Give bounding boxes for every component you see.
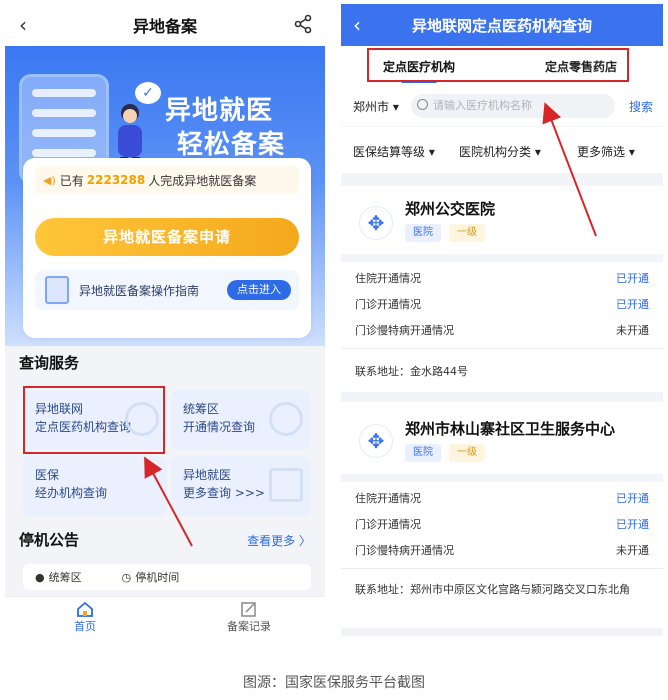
status-value: 已开通 [616, 298, 649, 311]
search-button[interactable]: 搜索 [629, 98, 653, 115]
back-icon[interactable]: ‹ [353, 13, 361, 37]
hospital-name: 郑州公交医院 [405, 200, 496, 218]
location-icon [269, 402, 303, 436]
status-row: 门诊慢特病开通情况 未开通 [355, 542, 649, 558]
hospital-name: 郑州市林山寨社区卫生服务中心 [405, 420, 616, 438]
highlight-box [23, 386, 165, 454]
stop-notice-title: 停机公告 [19, 531, 80, 549]
status-label: 门诊开通情况 [355, 518, 421, 531]
hospital-address: 联系地址：金水路44号 [355, 365, 468, 378]
page-title: 异地备案 [132, 17, 197, 36]
right-screenshot: ‹ 异地联网定点医药机构查询 定点医疗机构 定点零售药店 郑州市 ▾ 请输入医疗… [341, 4, 663, 636]
tab-home[interactable]: 首页 [45, 601, 125, 634]
type-badge: 医院 [405, 444, 441, 462]
status-row: 门诊慢特病开通情况 未开通 [355, 322, 649, 338]
guide-banner[interactable]: 异地就医备案操作指南 点击进入 [35, 270, 299, 310]
status-label: 门诊慢特病开通情况 [355, 544, 454, 557]
guide-label: 异地就医备案操作指南 [79, 283, 200, 298]
city-selector[interactable]: 郑州市 ▾ [353, 98, 399, 115]
location-pin-icon: ● [35, 570, 45, 584]
level-badge: 一级 [449, 444, 485, 462]
edit-record-icon [241, 602, 256, 617]
enter-button[interactable]: 点击进入 [227, 280, 291, 300]
image-caption: 图源：国家医保服务平台截图 [243, 675, 425, 691]
type-badge: 医院 [405, 224, 441, 242]
stop-col-time: 停机时间 [135, 571, 180, 584]
notice-bar: ◀) 已有 2223288 人完成异地就医备案 [35, 166, 299, 194]
divider [341, 254, 663, 262]
page-title: 异地联网定点医药机构查询 [411, 16, 592, 35]
chat-bubble-icon: ✓ [135, 82, 161, 104]
left-screenshot: ‹ 异地备案 ✓ 异地就医 轻松备案 ◀) 已有 2223288 人完成异地就医… [5, 4, 325, 636]
hospital-address: 联系地址：郑州市中原区文化宫路与颍河路交叉口东北角 [355, 583, 630, 596]
service-line2: 经办机构查询 [35, 486, 108, 500]
filter-settlement-level[interactable]: 医保结算等级 ▾ [353, 143, 435, 160]
notice-count: 2223288 [86, 173, 146, 187]
status-row: 住院开通情况 已开通 [355, 490, 649, 506]
status-value: 已开通 [616, 272, 649, 285]
nav-bar: ‹ 异地联网定点医药机构查询 [341, 4, 663, 46]
status-value: 已开通 [616, 492, 649, 505]
query-section-title: 查询服务 [19, 354, 80, 372]
share-icon[interactable] [293, 14, 313, 34]
status-label: 住院开通情况 [355, 272, 421, 285]
status-label: 住院开通情况 [355, 492, 421, 505]
status-row: 住院开通情况 已开通 [355, 270, 649, 286]
notice-suffix: 人完成异地就医备案 [148, 173, 257, 188]
nav-bar: ‹ 异地备案 [5, 4, 325, 46]
tab-records[interactable]: 备案记录 [209, 601, 289, 634]
search-bar: 郑州市 ▾ 请输入医疗机构名称 搜索 [341, 88, 663, 126]
status-value: 未开通 [616, 544, 649, 557]
status-value: 未开通 [616, 324, 649, 337]
notice-prefix: 已有 [59, 173, 84, 188]
exit-icon [269, 468, 303, 502]
stop-notice-header: ● 统筹区 ◷ 停机时间 [23, 564, 311, 590]
view-more-link[interactable]: 查看更多 〉 [247, 532, 311, 549]
divider [341, 348, 663, 349]
hospital-card[interactable]: ✥ 郑州市林山寨社区卫生服务中心 医院 一级 住院开通情况 已开通 门诊开通情况… [341, 402, 663, 628]
tab-records-label: 备案记录 [227, 620, 271, 633]
apply-button[interactable]: 异地就医备案申请 [35, 218, 299, 256]
speaker-icon: ◀) [43, 173, 56, 187]
tab-home-label: 首页 [74, 620, 96, 633]
status-label: 门诊开通情况 [355, 298, 421, 311]
hospital-logo-icon: ✥ [359, 424, 393, 458]
home-icon [77, 601, 93, 617]
divider [341, 568, 663, 569]
hospital-logo-icon: ✥ [359, 206, 393, 240]
back-icon[interactable]: ‹ [19, 13, 27, 37]
bottom-tab-bar: 首页 备案记录 [5, 596, 325, 636]
status-label: 门诊慢特病开通情况 [355, 324, 454, 337]
stop-col-region: 统筹区 [48, 571, 82, 584]
status-row: 门诊开通情况 已开通 [355, 516, 649, 532]
service-card-agency-query[interactable]: 医保 经办机构查询 [23, 456, 167, 516]
service-card-region-status[interactable]: 统筹区 开通情况查询 [171, 390, 311, 450]
search-icon [417, 99, 428, 110]
clock-icon: ◷ [121, 570, 132, 584]
status-value: 已开通 [616, 518, 649, 531]
service-card-more-queries[interactable]: 异地就医 更多查询 >>> [171, 456, 311, 516]
filter-bar: 医保结算等级 ▾ 医院机构分类 ▾ 更多筛选 ▾ [341, 127, 663, 173]
search-placeholder: 请输入医疗机构名称 [433, 99, 532, 112]
hospital-card[interactable]: ✥ 郑州公交医院 医院 一级 住院开通情况 已开通 门诊开通情况 已开通 门诊慢… [341, 186, 663, 392]
divider [341, 474, 663, 482]
filter-institution-type[interactable]: 医院机构分类 ▾ [459, 143, 541, 160]
filter-more[interactable]: 更多筛选 ▾ [577, 143, 635, 160]
status-row: 门诊开通情况 已开通 [355, 296, 649, 312]
service-line1: 医保 [35, 468, 60, 482]
highlight-box [367, 48, 629, 82]
document-icon [45, 276, 69, 304]
level-badge: 一级 [449, 224, 485, 242]
apply-card: ◀) 已有 2223288 人完成异地就医备案 异地就医备案申请 异地就医备案操… [23, 158, 311, 338]
search-input[interactable]: 请输入医疗机构名称 [411, 94, 615, 118]
